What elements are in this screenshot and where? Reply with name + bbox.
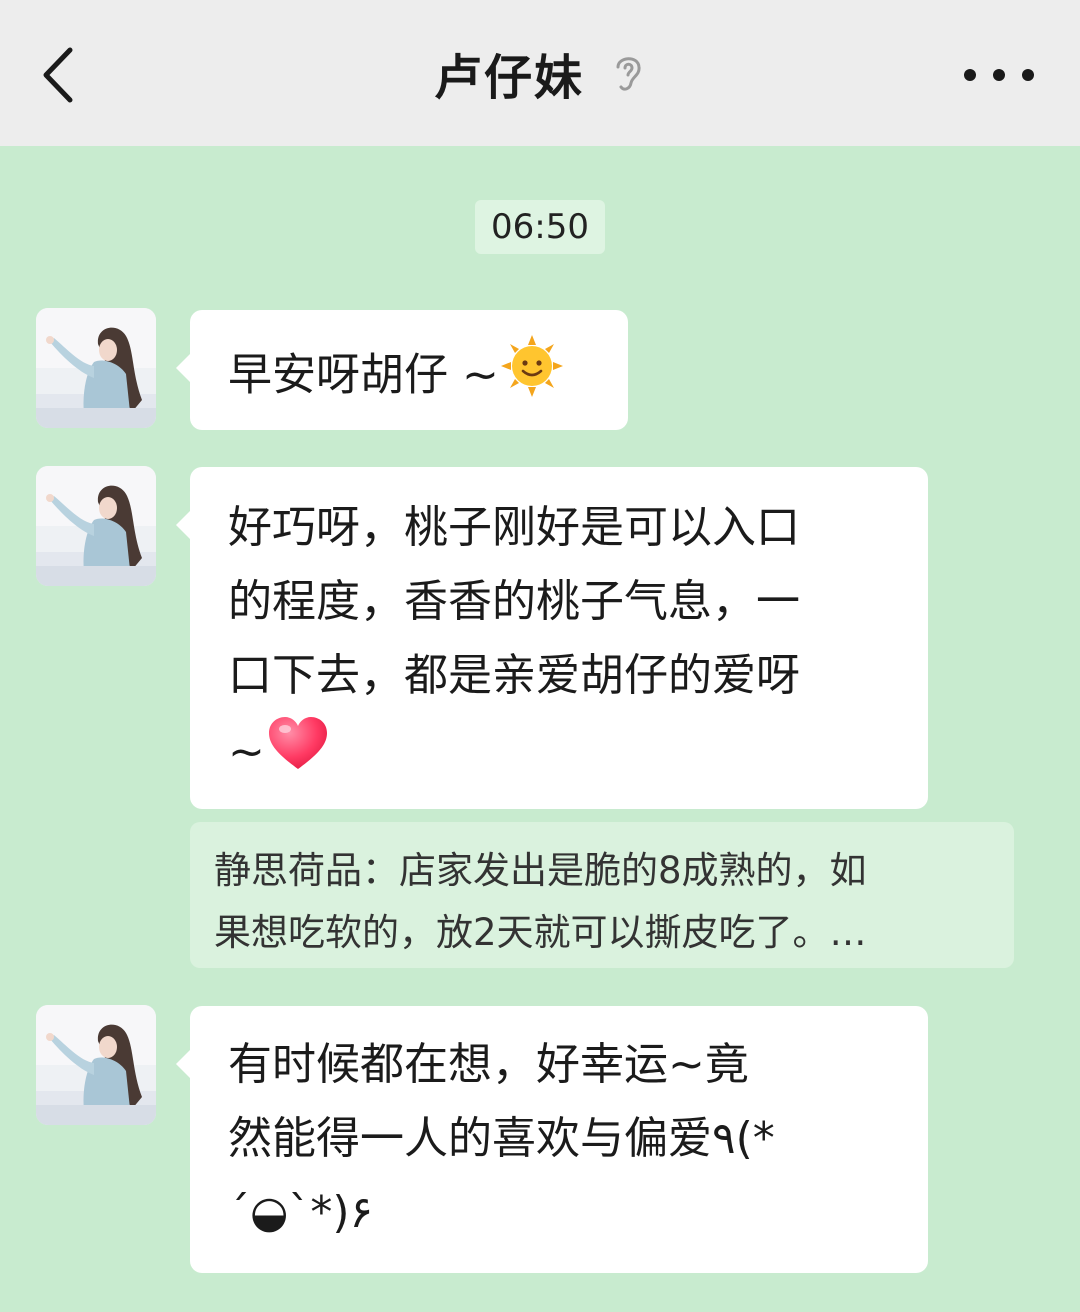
sun-with-face-icon <box>499 333 565 422</box>
avatar[interactable] <box>36 1005 156 1125</box>
quoted-message[interactable]: 静思荷品：店家发出是脆的8成熟的，如 果想吃软的，放2天就可以撕皮吃了。… <box>190 822 1014 968</box>
message-line: 口下去，都是亲爱胡仔的爱呀 <box>228 650 800 701</box>
more-dots-icon <box>1022 69 1034 81</box>
more-dots-icon <box>964 69 976 81</box>
message-line-last: ~ <box>228 713 928 796</box>
title-wrap: 卢仔妹 <box>0 0 1080 146</box>
quote-line: 果想吃软的，放2天就可以撕皮吃了。… <box>214 911 867 954</box>
avatar[interactable] <box>36 308 156 428</box>
avatar-image <box>36 1005 156 1125</box>
message-bubble[interactable]: 有时候都在想，好幸运~竟 然能得一人的喜欢与偏爱٩(* ´◒`*)۶ <box>176 1006 928 1273</box>
quote-line: 静思荷品：店家发出是脆的8成熟的，如 <box>214 849 867 892</box>
message-bubble[interactable]: 好巧呀，桃子刚好是可以入口 的程度，香香的桃子气息，一 口下去，都是亲爱胡仔的爱… <box>176 467 928 809</box>
more-options-button[interactable] <box>964 50 1034 100</box>
message-timestamp: 06:50 <box>475 200 605 254</box>
avatar-image <box>36 466 156 586</box>
avatar[interactable] <box>36 466 156 586</box>
message-line: 然能得一人的喜欢与偏爱٩(* <box>228 1113 775 1164</box>
message-line: ´◒`*)۶ <box>228 1187 374 1238</box>
ear-icon <box>610 51 646 95</box>
more-dots-icon <box>993 69 1005 81</box>
message-line: ~ <box>228 726 265 778</box>
message-text: 早安呀胡仔 ~ <box>228 349 499 401</box>
top-bar: 卢仔妹 <box>0 0 1080 146</box>
message-line: 有时候都在想，好幸运~竟 <box>228 1039 749 1090</box>
message-bubble[interactable]: 早安呀胡仔 ~ <box>176 310 628 430</box>
chat-title: 卢仔妹 <box>433 50 584 106</box>
message-line: 的程度，香香的桃子气息，一 <box>228 576 800 627</box>
avatar-image <box>36 308 156 428</box>
red-heart-icon <box>265 713 331 796</box>
message-line: 好巧呀，桃子刚好是可以入口 <box>228 502 800 553</box>
